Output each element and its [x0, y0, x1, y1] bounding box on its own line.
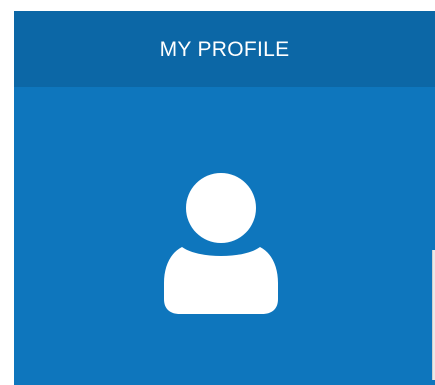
profile-title: MY PROFILE: [159, 38, 290, 61]
user-icon[interactable]: [160, 171, 282, 316]
profile-header: MY PROFILE: [14, 11, 435, 87]
profile-card: MY PROFILE: [14, 11, 435, 385]
